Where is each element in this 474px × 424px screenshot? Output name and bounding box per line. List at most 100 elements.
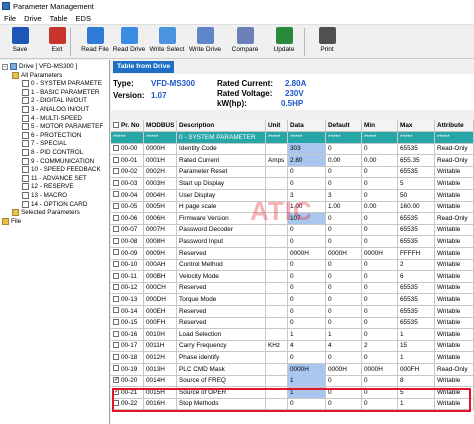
table-row[interactable]: 00-14 000EH Reserved 0 0 0 65535 Writable <box>111 305 474 318</box>
col-attribute-cell-text: Writable <box>437 296 461 303</box>
col-max-cell-text: 6 <box>400 272 404 280</box>
col-description-cell: Source of FREQ <box>177 375 266 388</box>
col-max-cell: 5 <box>398 178 435 190</box>
table-row[interactable]: 00-15 000FH Reserved 0 0 0 65535 Writable <box>111 317 474 330</box>
table-row[interactable]: 00-21 0015H Source of OPER 1 0 0 5 Writable <box>111 386 474 399</box>
menu-file[interactable]: File <box>0 14 20 23</box>
col-attribute-cell-text: Read-Only <box>437 365 468 373</box>
row-checkbox[interactable] <box>113 179 119 186</box>
print-button[interactable]: Print <box>308 27 346 57</box>
col-description-cell-text: Rated Current <box>179 156 220 164</box>
col-attribute-cell-text: Writable <box>437 330 461 338</box>
row-checkbox[interactable] <box>113 145 119 151</box>
col-description-cell: Identity Code <box>177 143 266 156</box>
tab-table-from-drive[interactable]: Table from Drive <box>113 61 175 73</box>
row-checkbox[interactable] <box>113 214 119 221</box>
row-checkbox[interactable] <box>113 307 119 314</box>
col-modbus-cell: 0002H <box>144 166 177 179</box>
col-max-cell-text: 2 <box>400 261 404 269</box>
row-checkbox[interactable] <box>113 156 119 163</box>
row-checkbox[interactable] <box>113 295 119 302</box>
table-row[interactable]: 00-19 0013H PLC CMD Mask 0000H 0000H 0000H 000… <box>111 363 474 376</box>
row-checkbox[interactable] <box>113 330 119 337</box>
row-checkbox[interactable] <box>113 272 119 279</box>
col-description-cell: Carry Frequency <box>177 340 266 353</box>
update-button[interactable]: Update <box>265 27 303 57</box>
row-checkbox[interactable] <box>113 168 119 175</box>
col-data-cell-text: 0 <box>290 354 294 361</box>
col-default-cell: 0 <box>326 352 362 364</box>
col-modbus-cell: 000DH <box>144 294 177 306</box>
col-description-cell-text: Load Selection <box>179 330 222 338</box>
save-button[interactable]: Save <box>1 27 39 57</box>
col-description-cell-text: Reserved <box>179 284 207 292</box>
col-description-cell-text: Source of OPER <box>179 388 227 396</box>
table-row[interactable]: 00-10 000AH Control Method 0 0 0 2 Writable <box>111 259 474 272</box>
menu-table[interactable]: Table <box>46 14 72 23</box>
row-checkbox[interactable] <box>113 319 119 325</box>
col-max-cell-text: 65535 <box>400 214 418 222</box>
table-row[interactable]: 00-18 0012H Phase identify 0 0 0 1 Writable <box>111 352 474 364</box>
toolbar-button-label: Read File <box>81 46 109 53</box>
row-checkbox[interactable] <box>113 400 119 407</box>
col-default-cell-text: 0 <box>328 272 332 280</box>
menu-eds[interactable]: EDS <box>72 14 95 23</box>
menu-drive[interactable]: Drive <box>20 14 46 23</box>
section-cell-text: ***** <box>328 133 341 141</box>
row-checkbox[interactable] <box>113 342 119 349</box>
col-modbus-cell: 0001H <box>144 154 177 167</box>
section-cell: ***** <box>266 131 288 144</box>
col-min-cell: 2 <box>362 340 398 353</box>
toolbar-button-label: Compare <box>231 46 259 53</box>
table-row[interactable]: 00-20 0014H Source of FREQ 1 0 0 8 Writable <box>111 375 474 388</box>
col-data-cell: 0 <box>288 305 326 318</box>
table-row[interactable]: 00-12 000CH Reserved 0 0 0 65535 Writable <box>111 282 474 295</box>
table-row[interactable]: 00-03 0003H Start up Display 0 0 0 5 Writable <box>111 178 474 190</box>
row-checkbox[interactable] <box>113 191 119 198</box>
table-row[interactable]: 00-22 0016H Stop Methods 0 0 0 1 Writable <box>111 398 474 411</box>
read-drive-button[interactable]: Read Drive <box>110 27 148 57</box>
collapse-icon[interactable]: − <box>2 63 8 70</box>
select-all-checkbox[interactable] <box>113 121 119 128</box>
table-row[interactable]: 00-13 000DH Torque Mode 0 0 0 65535 Writable <box>111 294 474 306</box>
table-row[interactable]: 00-09 0009H Reserved 0000H 0000H 0000H FFFFH Wr… <box>111 247 474 260</box>
read-file-button[interactable]: Read File <box>76 27 114 57</box>
row-checkbox[interactable] <box>113 249 119 256</box>
col-data-cell-text: 1 <box>290 388 294 396</box>
col-description-cell-text: Velocity Mode <box>179 272 219 280</box>
col-pr-no-cell-text: 00-05 <box>121 203 138 211</box>
table-row[interactable]: 00-01 0001H Rated Current Amps 2.80 0.00 0.00 6… <box>111 154 474 167</box>
col-min-cell: 0 <box>362 375 398 388</box>
table-row[interactable]: 00-08 0008H Password Input 0 0 0 65535 Writable <box>111 236 474 248</box>
table-row[interactable]: 00-11 000BH Velocity Mode 0 0 0 6 Writable <box>111 270 474 283</box>
document-icon <box>22 183 29 191</box>
row-checkbox[interactable] <box>113 226 119 233</box>
table-row[interactable]: 00-16 0010H Load Selection 1 1 0 1 Writable <box>111 328 474 341</box>
tree-item[interactable]: File <box>2 217 21 226</box>
section-cell-text: ***** <box>290 133 303 141</box>
compare-button[interactable]: Compare <box>226 27 264 57</box>
row-checkbox[interactable] <box>113 365 119 372</box>
row-checkbox[interactable] <box>113 237 119 244</box>
col-max-cell-text: 65535 <box>400 168 418 176</box>
write-select-button[interactable]: Write Select <box>148 27 186 57</box>
row-checkbox[interactable] <box>113 203 119 209</box>
col-pr-no-cell-text: 00-07 <box>121 226 138 234</box>
col-data-cell-text: 0 <box>290 180 294 187</box>
col-max-cell-text: 1 <box>400 330 404 338</box>
document-icon <box>22 174 29 182</box>
row-checkbox[interactable] <box>113 261 119 267</box>
row-checkbox[interactable] <box>113 387 119 398</box>
table-row[interactable]: 00-17 0011H Carry Frequency KHz 4 4 2 15 Writabl… <box>111 340 474 353</box>
col-description-cell-text: H page scale <box>179 203 217 211</box>
table-row[interactable]: 00-02 0002H Parameter Reset 0 0 0 65535 Writabl… <box>111 166 474 179</box>
row-checkbox[interactable] <box>113 284 119 291</box>
row-checkbox[interactable] <box>113 375 119 386</box>
col-description-cell-text: Password Decoder <box>179 226 233 234</box>
tree-item[interactable]: Selected Parameters <box>12 208 80 217</box>
document-icon <box>22 123 29 131</box>
write-drive-button[interactable]: Write Drive <box>186 27 224 57</box>
table-row[interactable]: 00-00 0000H Identity Code 303 0 0 65535 Read-On… <box>111 143 474 156</box>
col-min-cell: 0000H <box>362 247 398 260</box>
row-checkbox[interactable] <box>113 353 119 360</box>
